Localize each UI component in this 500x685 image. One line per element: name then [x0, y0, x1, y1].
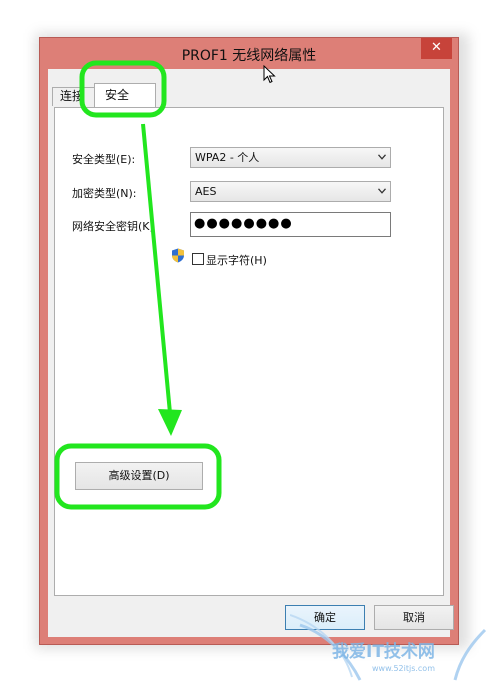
- watermark-url: www.52itjs.com: [372, 664, 435, 673]
- dialog-client-area: 连接 安全 安全类型(E): WPA2 - 个人 加密类型(N): AES 网络…: [48, 69, 454, 637]
- tab-connection[interactable]: 连接: [52, 87, 96, 106]
- network-key-label: 网络安全密钥(K): [72, 220, 154, 233]
- chevron-down-icon: [378, 154, 386, 160]
- network-key-value: ●●●●●●●●: [194, 216, 293, 231]
- mouse-pointer-icon: [263, 65, 276, 84]
- screenshot-stage: PROF1 无线网络属性 ✕ 连接 安全 安全类型(E): WPA2 - 个人: [0, 0, 500, 685]
- tab-connection-label: 连接: [60, 89, 85, 103]
- window-title: PROF1 无线网络属性: [181, 48, 317, 64]
- tab-security-label: 安全: [105, 88, 130, 102]
- encryption-type-dropdown[interactable]: AES: [190, 181, 391, 202]
- site-watermark: 我爱IT技术网 www.52itjs.com: [290, 614, 487, 681]
- security-type-label: 安全类型(E):: [72, 153, 136, 166]
- security-panel: 安全类型(E): WPA2 - 个人 加密类型(N): AES 网络安全密钥(K…: [54, 107, 444, 596]
- show-characters-label[interactable]: 显示字符(H): [206, 252, 267, 268]
- encryption-type-label: 加密类型(N):: [72, 187, 137, 200]
- advanced-settings-label: 高级设置(D): [108, 469, 170, 482]
- show-characters-checkbox[interactable]: [192, 253, 204, 265]
- advanced-settings-button[interactable]: 高级设置(D): [75, 462, 203, 490]
- watermark-text: 我爱IT技术网: [332, 641, 435, 662]
- properties-dialog: PROF1 无线网络属性 ✕ 连接 安全 安全类型(E): WPA2 - 个人: [39, 37, 459, 645]
- chevron-down-icon: [378, 188, 386, 194]
- close-icon: ✕: [431, 40, 442, 55]
- security-type-value: WPA2 - 个人: [195, 151, 260, 164]
- encryption-type-value: AES: [195, 185, 217, 198]
- network-key-input[interactable]: ●●●●●●●●: [190, 212, 391, 237]
- title-bar[interactable]: PROF1 无线网络属性 ✕: [40, 38, 458, 70]
- tab-security[interactable]: 安全: [94, 83, 156, 107]
- uac-shield-icon: [172, 248, 184, 263]
- close-button[interactable]: ✕: [421, 38, 452, 59]
- security-type-dropdown[interactable]: WPA2 - 个人: [190, 147, 391, 168]
